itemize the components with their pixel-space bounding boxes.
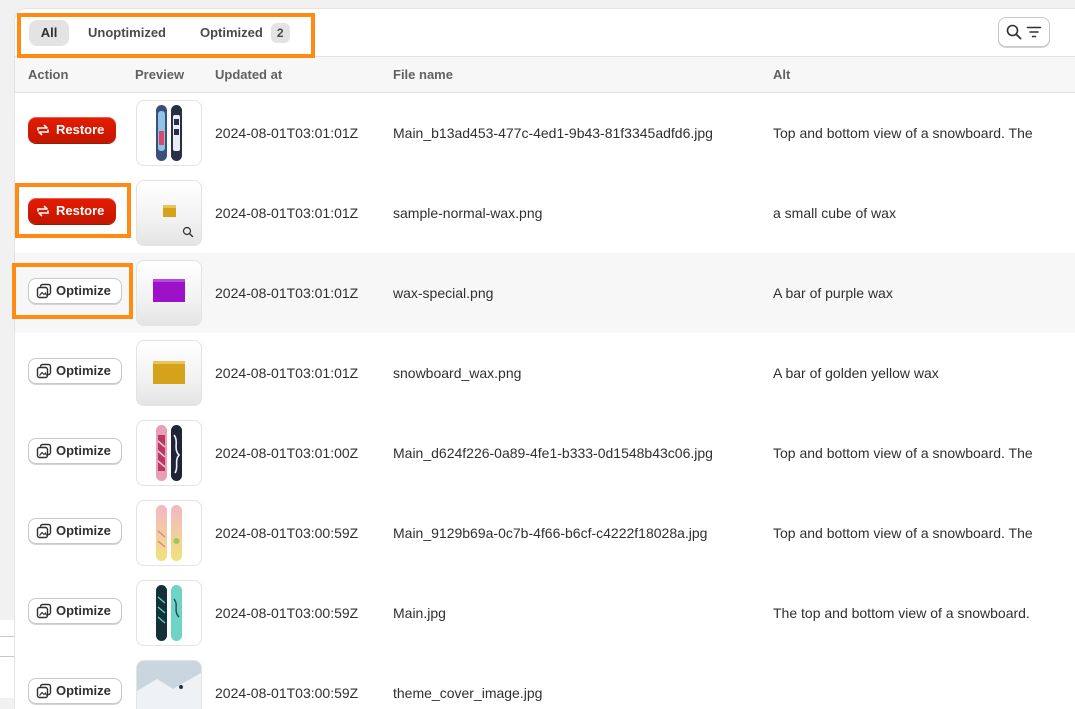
optimize-button[interactable]: Optimize [28, 278, 122, 304]
tab-count-badge: 2 [270, 23, 290, 43]
preview-thumbnail[interactable] [136, 100, 202, 166]
alt-cell: Top and bottom view of a snowboard. The [773, 125, 1033, 141]
tab-label: Optimized [200, 25, 263, 40]
file-name-cell: snowboard_wax.png [393, 365, 522, 381]
images-table-card: All Unoptimized Optimized 2 Action Previe… [15, 9, 1075, 709]
alt-cell: The top and bottom view of a snowboard. [773, 605, 1030, 621]
column-header-preview: Preview [135, 67, 185, 82]
table-row[interactable]: Optimize 2024-08-01T03:01:01Z snowboard_… [15, 333, 1075, 414]
theme-cover-image [137, 661, 201, 709]
table-row[interactable]: Optimize 2024-08-01T03:00:59Z theme_cove… [15, 653, 1075, 709]
table-row[interactable]: Restore 2024-08-01T03:01:01Z sample-norm… [15, 173, 1075, 254]
restore-icon [37, 205, 49, 217]
alt-cell: a small cube of wax [773, 205, 896, 221]
table-row[interactable]: Optimize 2024-08-01T03:00:59Z Main_9129b… [15, 493, 1075, 574]
preview-thumbnail[interactable] [136, 580, 202, 646]
optimize-button[interactable]: Optimize [28, 598, 122, 624]
table-row[interactable]: Optimize 2024-08-01T03:01:01Z wax-specia… [15, 253, 1075, 334]
tab-bar: All Unoptimized Optimized 2 [15, 9, 1075, 57]
table-row[interactable]: Optimize 2024-08-01T03:01:00Z Main_d624f… [15, 413, 1075, 494]
updated-at-cell: 2024-08-01T03:01:01Z [215, 205, 359, 221]
alt-cell: A bar of purple wax [773, 285, 893, 301]
search-icon [1006, 24, 1022, 40]
optimize-button-label: Optimize [56, 443, 111, 458]
tab-unoptimized[interactable]: Unoptimized [78, 20, 176, 46]
tab-label: Unoptimized [88, 25, 166, 40]
file-name-cell: Main_d624f226-0a89-4fe1-b333-0d1548b43c0… [393, 445, 713, 461]
snowboard-image [156, 585, 182, 641]
file-name-cell: theme_cover_image.jpg [393, 685, 543, 701]
alt-cell: Top and bottom view of a snowboard. The [773, 445, 1033, 461]
updated-at-cell: 2024-08-01T03:01:01Z [215, 125, 359, 141]
optimize-button[interactable]: Optimize [28, 358, 122, 384]
optimize-button-label: Optimize [56, 523, 111, 538]
snowboard-image [156, 505, 182, 561]
preview-thumbnail[interactable] [136, 500, 202, 566]
divider [0, 636, 15, 637]
optimize-button-label: Optimize [56, 683, 111, 698]
restore-button-label: Restore [56, 203, 105, 218]
optimize-button[interactable]: Optimize [28, 438, 122, 464]
tab-all[interactable]: All [29, 20, 69, 46]
tab-optimized[interactable]: Optimized 2 [190, 20, 300, 46]
updated-at-cell: 2024-08-01T03:00:59Z [215, 605, 359, 621]
optimize-icon [36, 363, 52, 379]
tab-label: All [40, 25, 58, 40]
golden-wax-image [153, 361, 185, 384]
filter-icon [1026, 26, 1042, 38]
column-header-updated-at[interactable]: Updated at [215, 57, 282, 92]
snowboard-image [156, 425, 182, 481]
optimize-icon [36, 603, 52, 619]
file-name-cell: Main_9129b69a-0c7b-4f66-b6cf-c4222f18028… [393, 525, 708, 541]
preview-thumbnail[interactable] [136, 260, 202, 326]
updated-at-cell: 2024-08-01T03:01:01Z [215, 285, 359, 301]
optimize-button[interactable]: Optimize [28, 518, 122, 544]
zoom-icon[interactable] [182, 226, 194, 238]
file-name-cell: Main_b13ad453-477c-4ed1-9b43-81f3345adfd… [393, 125, 713, 141]
divider [0, 656, 15, 657]
optimize-button[interactable]: Optimize [28, 678, 122, 704]
restore-button[interactable]: Restore [28, 117, 116, 143]
updated-at-cell: 2024-08-01T03:00:59Z [215, 685, 359, 701]
alt-cell: Top and bottom view of a snowboard. The [773, 525, 1033, 541]
preview-thumbnail[interactable] [136, 180, 202, 246]
updated-at-cell: 2024-08-01T03:01:00Z [215, 445, 359, 461]
updated-at-cell: 2024-08-01T03:00:59Z [215, 525, 359, 541]
optimize-button-label: Optimize [56, 283, 111, 298]
column-header-file-name[interactable]: File name [393, 57, 453, 92]
snowboard-image [156, 105, 182, 161]
optimize-button-label: Optimize [56, 363, 111, 378]
optimize-icon [36, 443, 52, 459]
alt-cell: A bar of golden yellow wax [773, 365, 939, 381]
preview-thumbnail[interactable] [136, 420, 202, 486]
optimize-icon [36, 683, 52, 699]
search-filter-button[interactable] [998, 17, 1050, 47]
optimize-button-label: Optimize [56, 603, 111, 618]
file-name-cell: wax-special.png [393, 285, 494, 301]
column-header-action: Action [28, 67, 69, 82]
optimize-icon [36, 523, 52, 539]
purple-wax-image [153, 279, 185, 302]
restore-button[interactable]: Restore [28, 198, 116, 224]
preview-thumbnail[interactable] [136, 340, 202, 406]
table-row[interactable]: Optimize 2024-08-01T03:00:59Z Main.jpg T… [15, 573, 1075, 654]
background-strip [0, 620, 15, 698]
table-header: Action Preview Updated at File name Alt [15, 57, 1075, 93]
table-row[interactable]: Restore 2024-08-01T03:01:01Z Main_b13ad4… [15, 93, 1075, 174]
file-name-cell: Main.jpg [393, 605, 446, 621]
column-header-alt: Alt [773, 67, 791, 82]
updated-at-cell: 2024-08-01T03:01:01Z [215, 365, 359, 381]
preview-thumbnail[interactable] [136, 660, 202, 709]
file-name-cell: sample-normal-wax.png [393, 205, 543, 221]
restore-icon [37, 124, 49, 136]
optimize-icon [36, 283, 52, 299]
restore-button-label: Restore [56, 122, 105, 137]
